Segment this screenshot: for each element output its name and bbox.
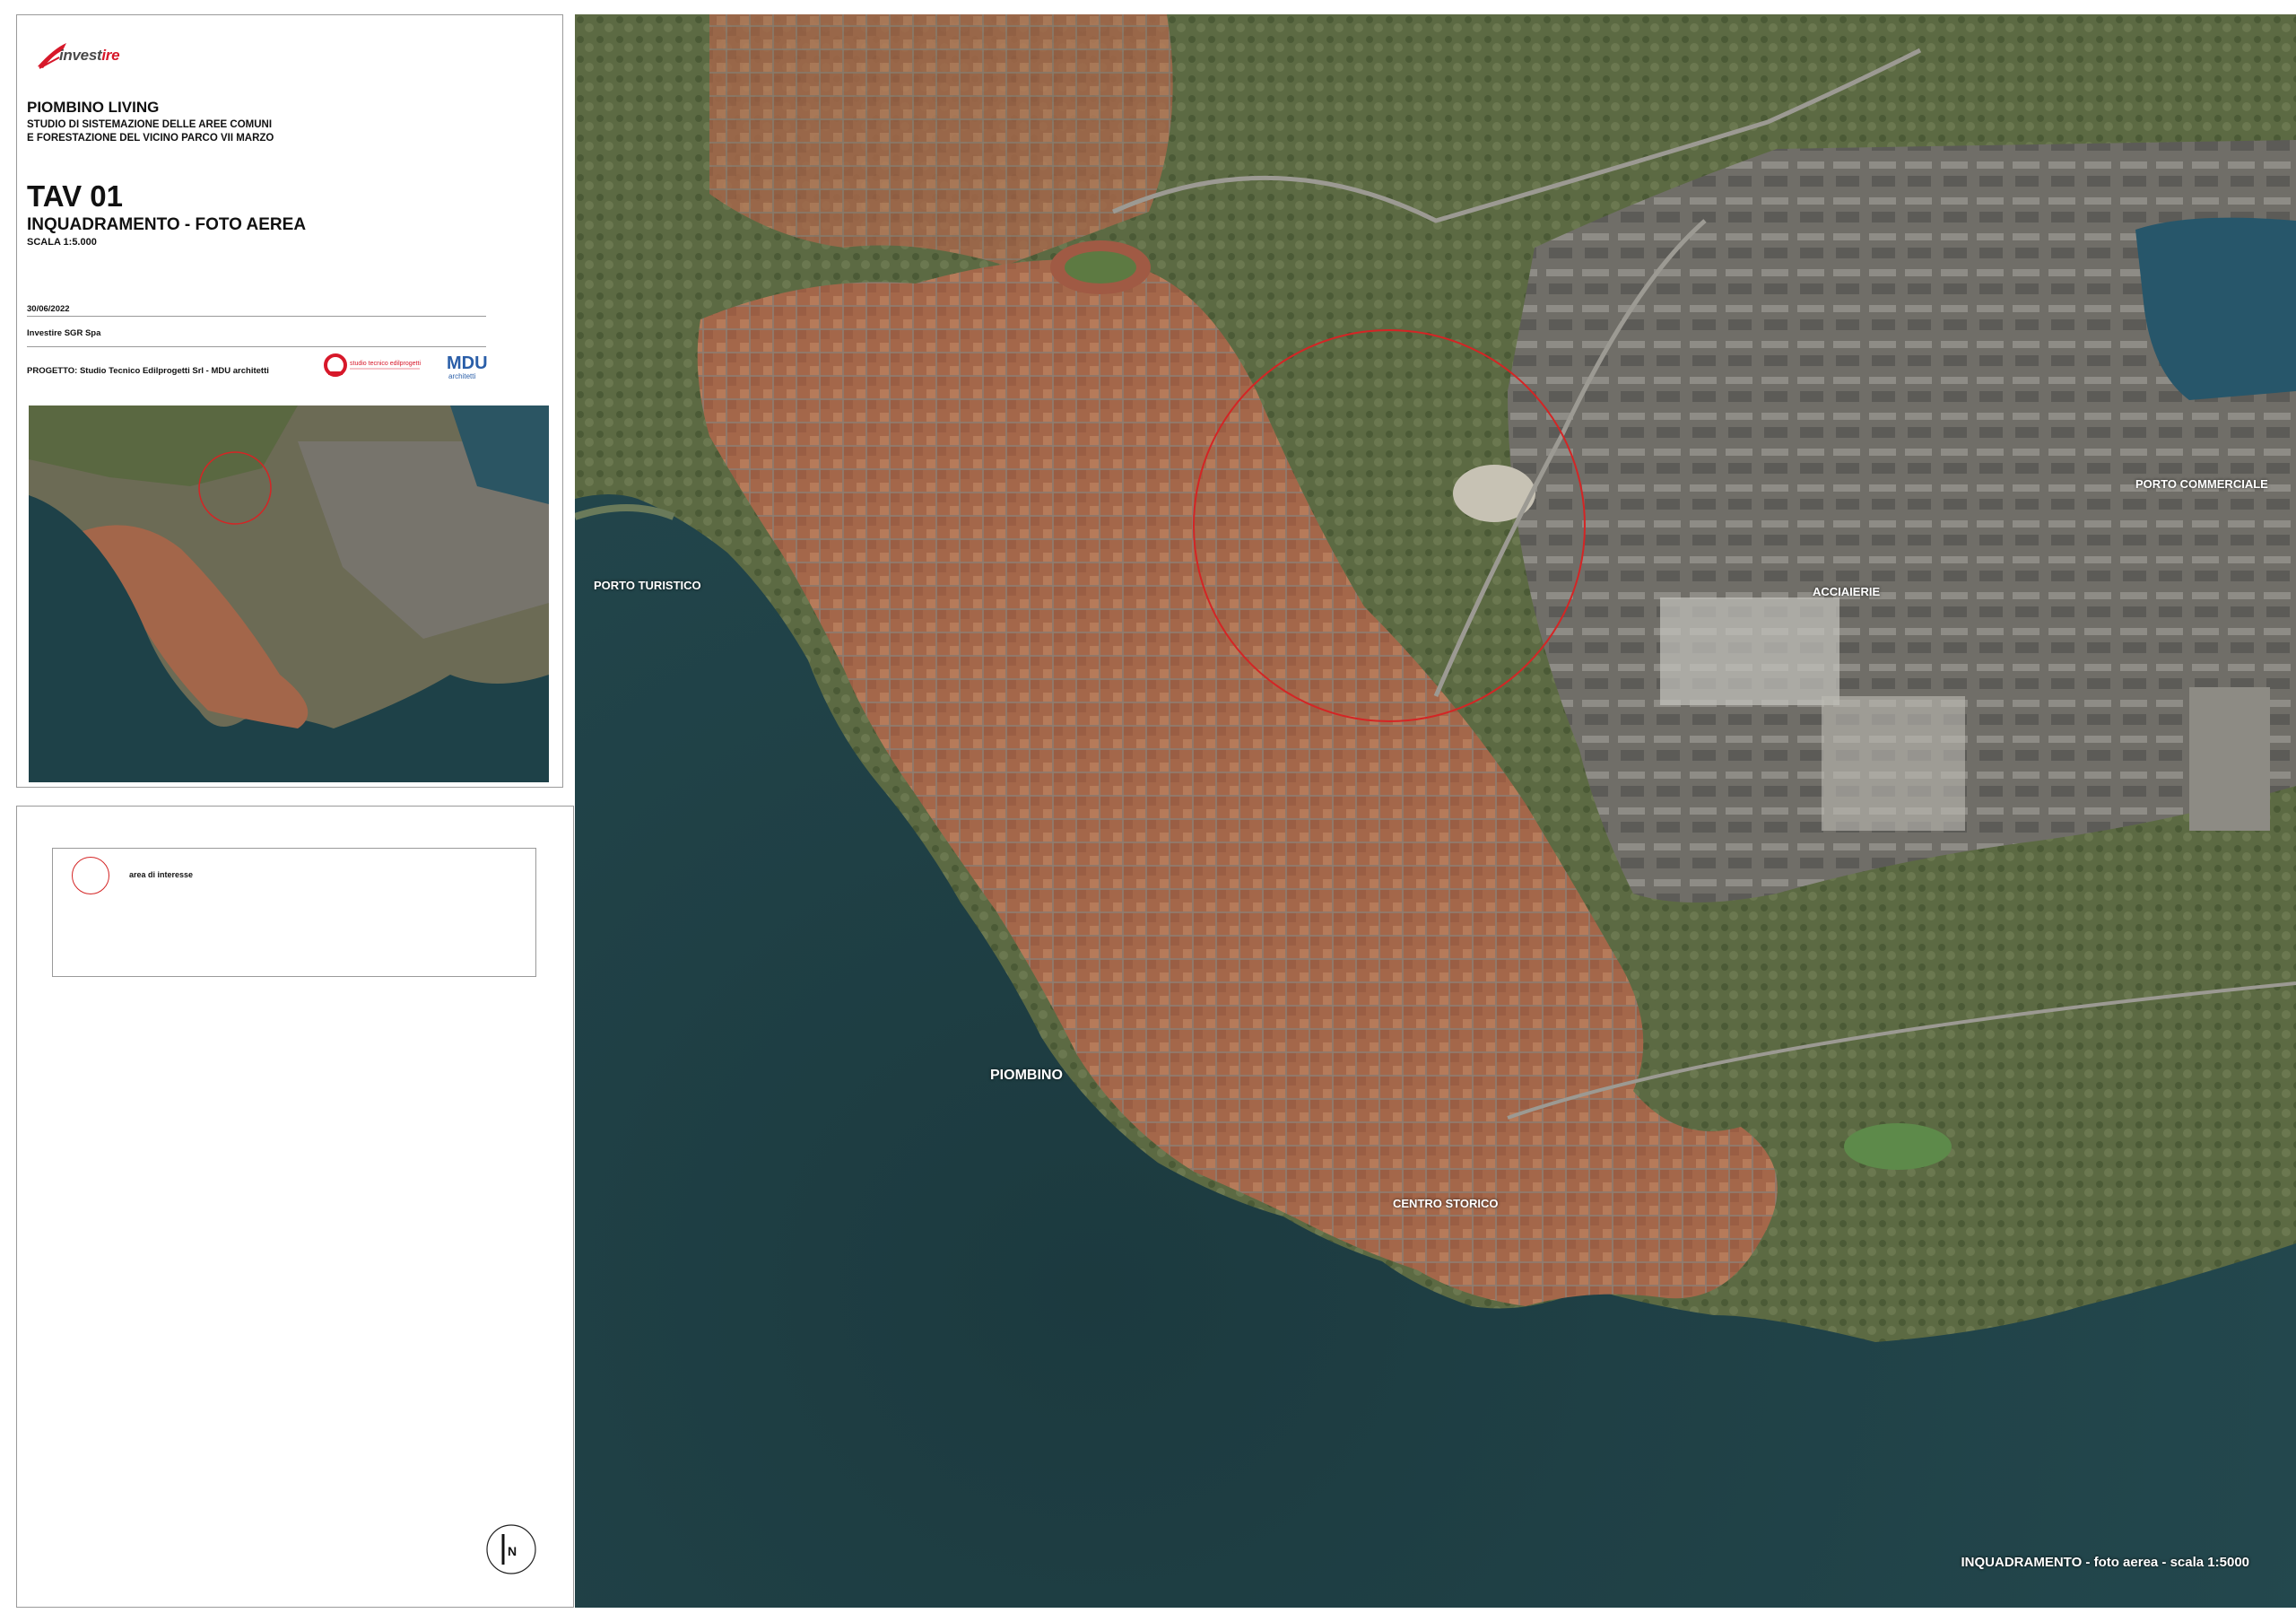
industrial-shed xyxy=(2189,687,2270,831)
project-subtitle-line1: STUDIO DI SISTEMAZIONE DELLE AREE COMUNI xyxy=(27,119,273,130)
investire-logo-text: investire xyxy=(59,47,120,64)
legend-label-area-di-interesse: area di interesse xyxy=(129,870,194,879)
project-credits: PROGETTO: Studio Tecnico Edilprogetti Sr… xyxy=(27,366,269,376)
sheet-scale: SCALA 1:5.000 xyxy=(27,237,97,248)
divider xyxy=(27,316,486,317)
project-subtitle-line2: E FORESTAZIONE DEL VICINO PARCO VII MARZ… xyxy=(27,133,274,144)
overview-thumbnail-map xyxy=(29,406,549,782)
industrial-roof xyxy=(1660,597,1839,705)
studio-edilprogetti-logo: studio tecnico edilprogetti xyxy=(324,353,421,377)
north-residential-area xyxy=(709,14,1173,266)
aerial-photo-map: PORTO TURISTICO PORTO COMMERCIALE ACCIAI… xyxy=(575,14,2296,1608)
label-porto-commerciale: PORTO COMMERCIALE xyxy=(2135,477,2268,491)
sheet-date: 30/06/2022 xyxy=(27,304,70,314)
sheet-title: INQUADRAMENTO - FOTO AEREA xyxy=(27,215,307,234)
sheet-number: TAV 01 xyxy=(27,179,123,213)
stadium-field xyxy=(1844,1123,1952,1170)
overview-aerial-image xyxy=(29,406,549,782)
label-porto-turistico: PORTO TURISTICO xyxy=(594,579,701,592)
project-subtitle: STUDIO DI SISTEMAZIONE DELLE AREE COMUNI… xyxy=(27,118,511,145)
mdu-logo: MDU architetti xyxy=(447,353,488,380)
title-sidebar: investire PIOMBINO LIVING STUDIO DI SIST… xyxy=(0,0,574,1622)
athletics-field xyxy=(1065,251,1136,283)
mdu-logo-text: MDU xyxy=(447,353,488,373)
project-title: PIOMBINO LIVING xyxy=(27,99,160,116)
client-name: Investire SGR Spa xyxy=(27,328,101,338)
mdu-logo-sub: architetti xyxy=(448,372,475,380)
industrial-roof xyxy=(1822,696,1965,831)
north-arrow-icon: N xyxy=(486,1524,536,1574)
studio-logo-text: studio tecnico edilprogetti xyxy=(350,361,421,367)
label-centro-storico: CENTRO STORICO xyxy=(1393,1197,1499,1210)
label-acciaierie: ACCIAIERIE xyxy=(1813,585,1881,598)
label-piombino: PIOMBINO xyxy=(990,1068,1063,1083)
area-of-interest-legend-icon xyxy=(72,857,109,894)
map-caption: INQUADRAMENTO - foto aerea - scala 1:500… xyxy=(1961,1555,2249,1570)
legend-box xyxy=(52,848,536,977)
north-label: N xyxy=(508,1544,517,1558)
aerial-photo-image xyxy=(575,14,2296,1608)
divider xyxy=(27,346,486,347)
